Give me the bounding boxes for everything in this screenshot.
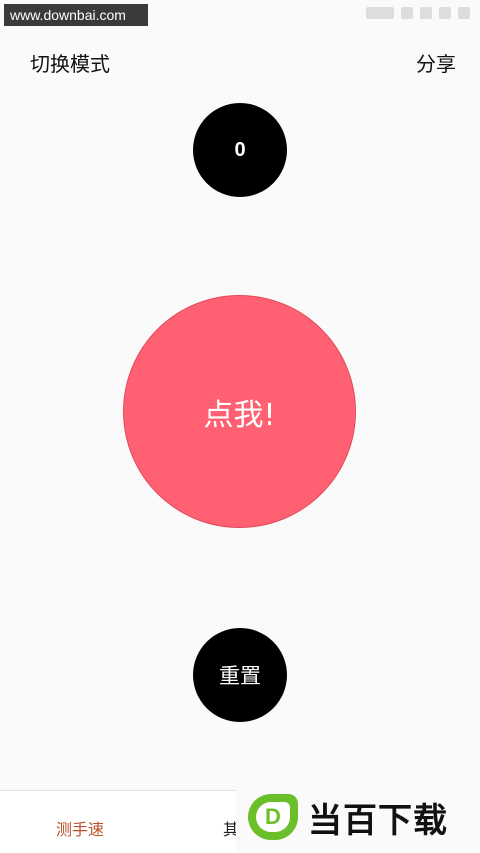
tap-button[interactable]: 点我! <box>123 295 356 528</box>
watermark-logo: D 当百下载 <box>236 781 480 853</box>
logo-icon: D <box>248 794 298 840</box>
tap-counter: 0 <box>193 103 287 197</box>
logo-text: 当百下载 <box>308 800 448 841</box>
tab-speed-test[interactable]: 测手速 <box>56 816 104 840</box>
status-icons <box>366 6 470 20</box>
top-bar: 切换模式 分享 <box>0 40 480 82</box>
wifi-icon <box>420 7 432 19</box>
watermark-url: www.downbai.com <box>4 4 148 26</box>
switch-mode-button[interactable]: 切换模式 <box>30 48 110 77</box>
logo-letter: D <box>256 802 290 832</box>
reset-button[interactable]: 重置 <box>193 628 287 722</box>
signal-icon <box>439 7 451 19</box>
signal-icon-2 <box>458 7 470 19</box>
share-button[interactable]: 分享 <box>416 48 456 77</box>
alarm-icon <box>401 7 413 19</box>
battery-icon <box>366 7 394 19</box>
